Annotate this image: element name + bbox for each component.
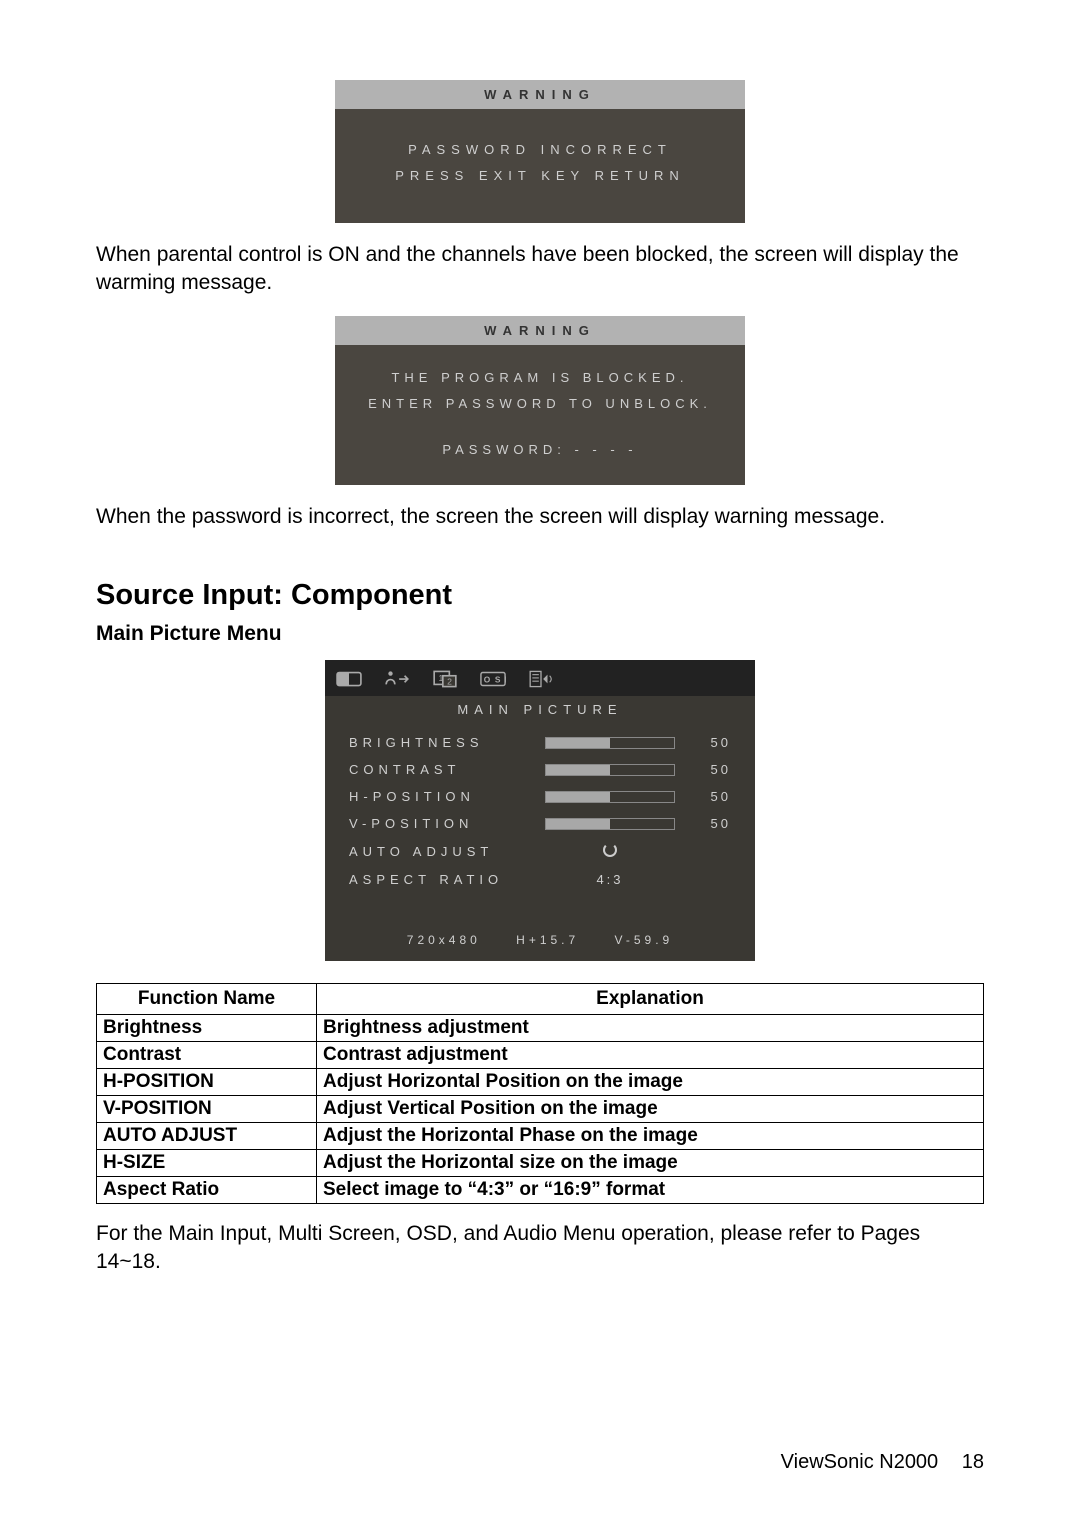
fn-desc: Contrast adjustment [317, 1042, 984, 1069]
osd-tab-icons: 12 OSD [325, 660, 755, 696]
slider [545, 818, 675, 830]
row-hposition: H-POSITION 50 [349, 783, 731, 810]
fn-desc: Adjust Horizontal Position on the image [317, 1069, 984, 1096]
table-header: Explanation [317, 984, 984, 1015]
fn-name: AUTO ADJUST [97, 1123, 317, 1150]
fn-name: H-POSITION [97, 1069, 317, 1096]
fn-desc: Select image to “4:3” or “16:9” format [317, 1177, 984, 1204]
row-label: CONTRAST [349, 762, 529, 777]
table-row: H-SIZEAdjust the Horizontal size on the … [97, 1150, 984, 1177]
osd-title: MAIN PICTURE [325, 696, 755, 723]
fn-desc: Adjust Vertical Position on the image [317, 1096, 984, 1123]
osd-password-prompt: PASSWORD: - - - - [343, 437, 737, 463]
table-row: H-POSITIONAdjust Horizontal Position on … [97, 1069, 984, 1096]
svg-text:OSD: OSD [484, 675, 506, 685]
osd-header: WARNING [335, 80, 745, 109]
row-value: 50 [691, 762, 731, 777]
row-label: V-POSITION [349, 816, 529, 831]
footer-brand: ViewSonic N2000 [781, 1451, 939, 1473]
fn-desc: Adjust the Horizontal Phase on the image [317, 1123, 984, 1150]
input-tab-icon [383, 668, 411, 690]
row-contrast: CONTRAST 50 [349, 756, 731, 783]
table-row: Aspect RatioSelect image to “4:3” or “16… [97, 1177, 984, 1204]
osd-body: PASSWORD INCORRECT PRESS EXIT KEY RETURN [335, 109, 745, 223]
subsection-heading: Main Picture Menu [96, 622, 984, 646]
body-text: When parental control is ON and the chan… [96, 241, 984, 298]
table-row: V-POSITIONAdjust Vertical Position on th… [97, 1096, 984, 1123]
section-heading: Source Input: Component [96, 579, 984, 612]
row-aspectratio: ASPECT RATIO 4:3 [349, 866, 731, 893]
body-text: When the password is incorrect, the scre… [96, 503, 984, 531]
row-label: H-POSITION [349, 789, 529, 804]
table-row: BrightnessBrightness adjustment [97, 1015, 984, 1042]
fn-desc: Brightness adjustment [317, 1015, 984, 1042]
row-label: ASPECT RATIO [349, 872, 529, 887]
slider [545, 737, 675, 749]
table-row: AUTO ADJUSTAdjust the Horizontal Phase o… [97, 1123, 984, 1150]
function-table: Function Name Explanation BrightnessBrig… [96, 983, 984, 1204]
main-picture-osd: 12 OSD MAIN PICTURE BRIGHTNESS 50 CONTRA… [325, 660, 755, 961]
osd-line: PRESS EXIT KEY RETURN [345, 163, 735, 189]
osd-header: WARNING [335, 316, 745, 345]
table-row: ContrastContrast adjustment [97, 1042, 984, 1069]
fn-name: V-POSITION [97, 1096, 317, 1123]
page-footer: ViewSonic N2000 18 [781, 1451, 984, 1474]
row-vposition: V-POSITION 50 [349, 810, 731, 837]
fn-desc: Adjust the Horizontal size on the image [317, 1150, 984, 1177]
osd-warning-incorrect: WARNING PASSWORD INCORRECT PRESS EXIT KE… [335, 80, 745, 223]
row-value: 50 [691, 735, 731, 750]
page-number: 18 [962, 1451, 984, 1473]
svg-text:2: 2 [447, 676, 457, 686]
osd-status: 720x480 H+15.7 V-59.9 [325, 903, 755, 961]
audio-tab-icon [527, 668, 555, 690]
osd-line: PASSWORD INCORRECT [345, 137, 735, 163]
spinner-icon [545, 843, 675, 860]
osd-tab-icon: OSD [479, 668, 507, 690]
row-value: 50 [691, 816, 731, 831]
row-value: 4:3 [545, 872, 675, 887]
row-label: BRIGHTNESS [349, 735, 529, 750]
osd-warning-blocked: WARNING THE PROGRAM IS BLOCKED. ENTER PA… [335, 316, 745, 485]
fn-name: Brightness [97, 1015, 317, 1042]
fn-name: Aspect Ratio [97, 1177, 317, 1204]
slider [545, 764, 675, 776]
osd-body: THE PROGRAM IS BLOCKED. ENTER PASSWORD T… [335, 345, 745, 485]
row-autoadjust: AUTO ADJUST [349, 837, 731, 866]
osd-rows: BRIGHTNESS 50 CONTRAST 50 H-POSITION 50 … [325, 723, 755, 903]
row-brightness: BRIGHTNESS 50 [349, 729, 731, 756]
picture-tab-icon [335, 668, 363, 690]
table-header: Function Name [97, 984, 317, 1015]
pip-tab-icon: 12 [431, 668, 459, 690]
row-label: AUTO ADJUST [349, 844, 529, 859]
osd-line: ENTER PASSWORD TO UNBLOCK. [343, 391, 737, 417]
row-value: 50 [691, 789, 731, 804]
fn-name: Contrast [97, 1042, 317, 1069]
slider [545, 791, 675, 803]
osd-line: THE PROGRAM IS BLOCKED. [343, 365, 737, 391]
body-text: For the Main Input, Multi Screen, OSD, a… [96, 1220, 984, 1277]
fn-name: H-SIZE [97, 1150, 317, 1177]
